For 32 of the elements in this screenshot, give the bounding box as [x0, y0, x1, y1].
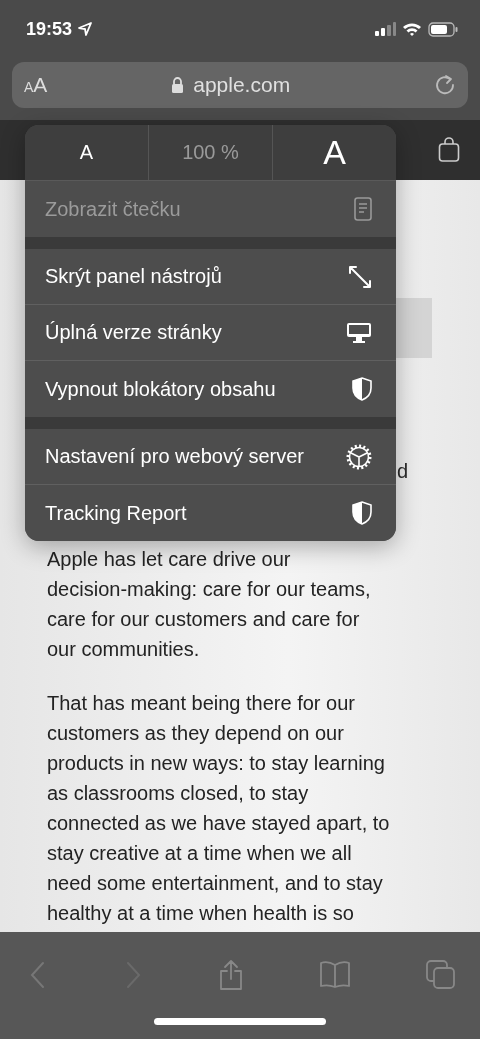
url-text: apple.com: [193, 73, 291, 97]
menu-item[interactable]: Skrýt panel nástrojů: [25, 249, 396, 305]
menu-item[interactable]: Úplná verze stránky: [25, 305, 396, 361]
document-icon: [354, 197, 372, 221]
gear-icon: [346, 443, 372, 470]
paragraph: Apple has let care drive our decision-making: care for our teams, care for our customers and care for our communities.: [47, 547, 372, 662]
share-icon[interactable]: [218, 959, 244, 991]
tabs-icon[interactable]: [426, 960, 456, 990]
bag-icon[interactable]: [438, 137, 460, 163]
address-bar[interactable]: AA apple.com: [12, 62, 468, 108]
status-time: 19:53: [26, 18, 73, 40]
desktop-icon: [346, 321, 372, 344]
banner-block: [396, 298, 432, 358]
menu-item[interactable]: Nastavení pro webový server: [25, 429, 396, 485]
text-fragment: d: [397, 460, 409, 483]
signal-icon: [374, 22, 396, 36]
wifi-icon: [402, 21, 422, 37]
location-arrow-icon: [78, 22, 93, 36]
text-size-button[interactable]: AA: [24, 73, 48, 97]
menu-item[interactable]: Tracking Report: [25, 485, 396, 541]
shield-icon: [352, 377, 372, 401]
increase-text-button[interactable]: A: [272, 125, 396, 180]
decrease-text-button[interactable]: A: [25, 125, 149, 180]
shield-icon: [352, 501, 372, 525]
menu-item[interactable]: Vypnout blokátory obsahu: [25, 361, 396, 417]
expand-arrows-icon: [348, 264, 372, 289]
lock-icon: [171, 77, 185, 93]
reload-icon[interactable]: [434, 74, 456, 96]
zoom-level: 100 %: [181, 140, 240, 165]
paragraph: That has meant being there for our customers as they depend on our products in new ways: to stay learning as classrooms closed, to stay connected as we have stayed apart, to stay creative at a time when we all need some entertainment, and to stay healthy at a time when health is so: [47, 691, 391, 926]
battery-icon: [428, 21, 458, 37]
book-icon[interactable]: [319, 961, 351, 989]
